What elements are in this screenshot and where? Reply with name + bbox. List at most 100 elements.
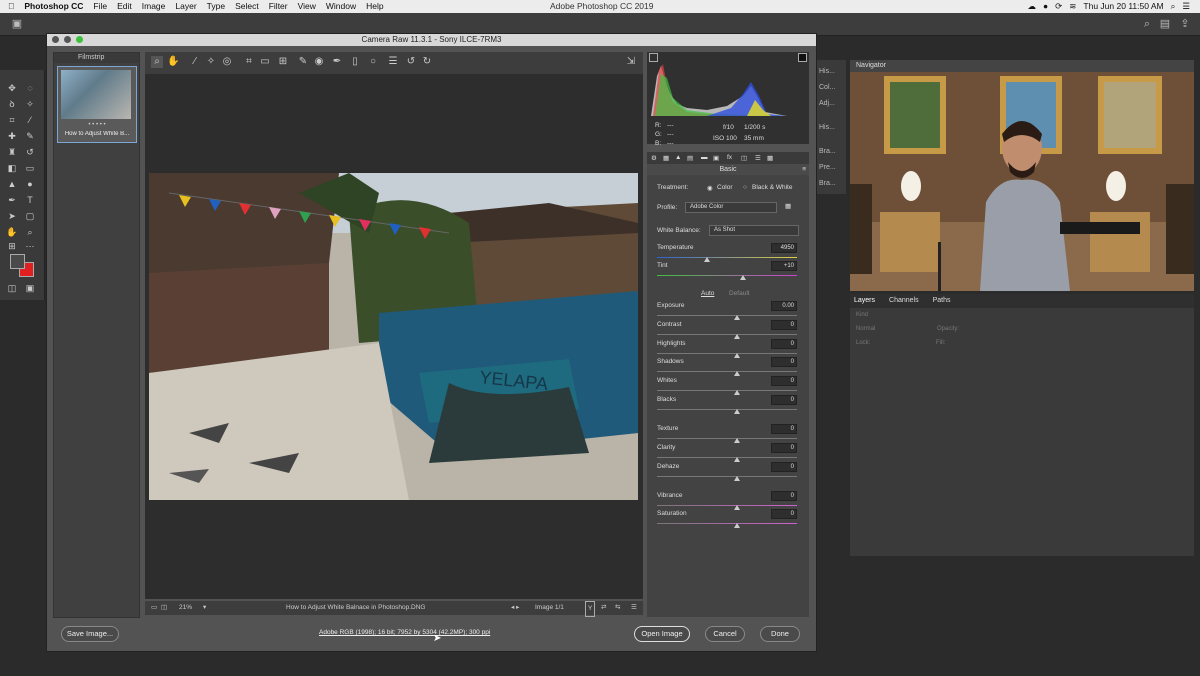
color-sampler-icon[interactable]: ✧ xyxy=(205,56,217,68)
image-preview[interactable]: YELAPA xyxy=(145,74,643,599)
preferences-icon[interactable]: ☰ xyxy=(387,56,399,68)
straighten-tool-icon[interactable]: ▭ xyxy=(259,56,271,68)
slider-handle-whites[interactable] xyxy=(734,390,740,395)
snapshots-tab-icon[interactable]: ▩ xyxy=(767,154,773,162)
slider-value-contrast[interactable]: 0 xyxy=(771,320,797,330)
slider-value-whites[interactable]: 0 xyxy=(771,376,797,386)
prev-next-arrows[interactable]: ◂ ▸ xyxy=(511,601,519,615)
lens-tab-icon[interactable]: ▣ xyxy=(713,154,719,162)
targeted-adjust-icon[interactable]: ◎ xyxy=(221,56,233,68)
sync-icon[interactable]: ⟳ xyxy=(1055,0,1062,13)
zoom-tool-icon[interactable]: ⌕ xyxy=(24,226,36,238)
slider-track-texture[interactable] xyxy=(657,438,797,439)
clock[interactable]: Thu Jun 20 11:50 AM xyxy=(1083,0,1163,13)
slider-value-highlights[interactable]: 0 xyxy=(771,339,797,349)
menu-file[interactable]: File xyxy=(93,0,107,13)
red-eye-icon[interactable]: ◉ xyxy=(313,56,325,68)
slider-value-texture[interactable]: 0 xyxy=(771,424,797,434)
panel-menu-icon[interactable]: ≡ xyxy=(802,166,806,173)
slider-value-vibrance[interactable]: 0 xyxy=(771,491,797,501)
hand-tool-icon[interactable]: ✋ xyxy=(6,226,18,238)
cancel-button[interactable]: Cancel xyxy=(705,626,745,642)
path-select-icon[interactable]: ➤ xyxy=(6,210,18,222)
rotate-right-icon[interactable]: ↻ xyxy=(421,56,433,68)
zoom-level[interactable]: 21% xyxy=(179,601,192,615)
pen-tool-icon[interactable]: ✒ xyxy=(6,194,18,206)
slider-track-shadows[interactable] xyxy=(657,371,797,372)
menu-list-icon[interactable]: ☰ xyxy=(1182,0,1190,13)
fullscreen-icon[interactable]: ⇲ xyxy=(625,56,637,68)
eyedropper-icon[interactable]: ⁄ xyxy=(24,114,36,126)
slider-handle-exposure[interactable] xyxy=(734,315,740,320)
crop-tool-icon[interactable]: ⌗ xyxy=(243,56,255,68)
slider-handle-temperature[interactable] xyxy=(704,257,710,262)
minimize-window-icon[interactable] xyxy=(64,36,71,43)
adjustment-brush-icon[interactable]: ✒ xyxy=(331,56,343,68)
slider-track-exposure[interactable] xyxy=(657,315,797,316)
rotate-left-icon[interactable]: ↺ xyxy=(405,56,417,68)
slider-track-vibrance[interactable] xyxy=(657,505,797,506)
dock-brushes[interactable]: Bra... xyxy=(819,148,849,155)
slider-track-clarity[interactable] xyxy=(657,457,797,458)
tab-channels[interactable]: Channels xyxy=(889,294,919,308)
blend-mode-select[interactable]: Normal xyxy=(856,326,875,332)
split-toning-tab-icon[interactable]: ▬ xyxy=(701,154,708,161)
blur-tool-icon[interactable]: ▲ xyxy=(6,178,18,190)
filmstrip-thumbnail[interactable]: • • • • • How to Adjust White B... xyxy=(57,66,137,143)
brush-tool-icon[interactable]: ✎ xyxy=(24,130,36,142)
menu-image[interactable]: Image xyxy=(142,0,166,13)
tone-curve-tab-icon[interactable]: ▦ xyxy=(663,154,669,162)
radial-filter-icon[interactable]: ○ xyxy=(367,56,379,68)
workflow-options-link[interactable]: Adobe RGB (1998); 16 bit; 7952 by 5304 (… xyxy=(319,629,490,636)
slider-value-shadows[interactable]: 0 xyxy=(771,357,797,367)
spotlight-icon[interactable]: ⌕ xyxy=(1171,0,1176,13)
slider-handle-shadows[interactable] xyxy=(734,371,740,376)
hsl-tab-icon[interactable]: ▤ xyxy=(687,154,693,162)
swap-settings-icon[interactable]: ⇆ xyxy=(615,601,620,615)
fx-tab-icon[interactable]: fx xyxy=(727,154,732,161)
slider-value-clarity[interactable]: 0 xyxy=(771,443,797,453)
profile-select[interactable]: Adobe Color xyxy=(685,202,777,213)
camera-calibration-tab-icon[interactable]: ◫ xyxy=(741,154,747,162)
menu-select[interactable]: Select xyxy=(235,0,259,13)
menu-help[interactable]: Help xyxy=(366,0,383,13)
history-brush-icon[interactable]: ↺ xyxy=(24,146,36,158)
dock-history[interactable]: His... xyxy=(819,124,849,131)
gradient-tool-icon[interactable]: ▭ xyxy=(24,162,36,174)
treatment-color-radio-icon[interactable]: ◉ xyxy=(707,184,713,192)
marquee-tool-icon[interactable]: ◌ xyxy=(24,82,36,94)
compare-view-icon[interactable]: ◫ xyxy=(161,601,167,615)
default-button[interactable]: Default xyxy=(729,290,750,297)
dock-presets[interactable]: Pre... xyxy=(819,164,849,171)
apple-icon[interactable]:  xyxy=(8,0,14,13)
slider-value-tint[interactable]: +10 xyxy=(771,261,797,271)
cloud-icon[interactable]: ☁ xyxy=(1028,0,1037,13)
slider-track-whites[interactable] xyxy=(657,390,797,391)
save-image-button[interactable]: Save Image... xyxy=(61,626,119,642)
navigator-title[interactable]: Navigator xyxy=(850,60,1194,72)
slider-track-dehaze[interactable] xyxy=(657,476,797,477)
shape-tool-icon[interactable]: ▢ xyxy=(24,210,36,222)
slider-track-temperature[interactable] xyxy=(657,257,797,258)
white-balance-tool-icon[interactable]: ⁄ xyxy=(189,56,201,68)
yx-toggle[interactable]: Y xyxy=(585,601,596,617)
eraser-tool-icon[interactable]: ◧ xyxy=(6,162,18,174)
slider-value-blacks[interactable]: 0 xyxy=(771,395,797,405)
view-settings-icon[interactable]: ☰ xyxy=(631,601,637,615)
tab-paths[interactable]: Paths xyxy=(933,294,951,308)
transform-tool-icon[interactable]: ⊞ xyxy=(277,56,289,68)
graduated-filter-icon[interactable]: ▯ xyxy=(349,56,361,68)
slider-track-saturation[interactable] xyxy=(657,523,797,524)
slider-handle-texture[interactable] xyxy=(734,438,740,443)
menu-type[interactable]: Type xyxy=(207,0,225,13)
zoom-dropdown-icon[interactable]: ▾ xyxy=(203,601,206,615)
edit-toolbar-icon[interactable]: ⊞ xyxy=(6,240,18,252)
slider-value-temperature[interactable]: 4950 xyxy=(771,243,797,253)
slider-track-highlights[interactable] xyxy=(657,353,797,354)
slider-handle-blacks[interactable] xyxy=(734,409,740,414)
dock-brush-settings[interactable]: Bra... xyxy=(819,180,849,187)
spot-removal-icon[interactable]: ✎ xyxy=(297,56,309,68)
menu-layer[interactable]: Layer xyxy=(175,0,196,13)
slider-handle-highlights[interactable] xyxy=(734,353,740,358)
treatment-bw[interactable]: Black & White xyxy=(752,184,792,191)
